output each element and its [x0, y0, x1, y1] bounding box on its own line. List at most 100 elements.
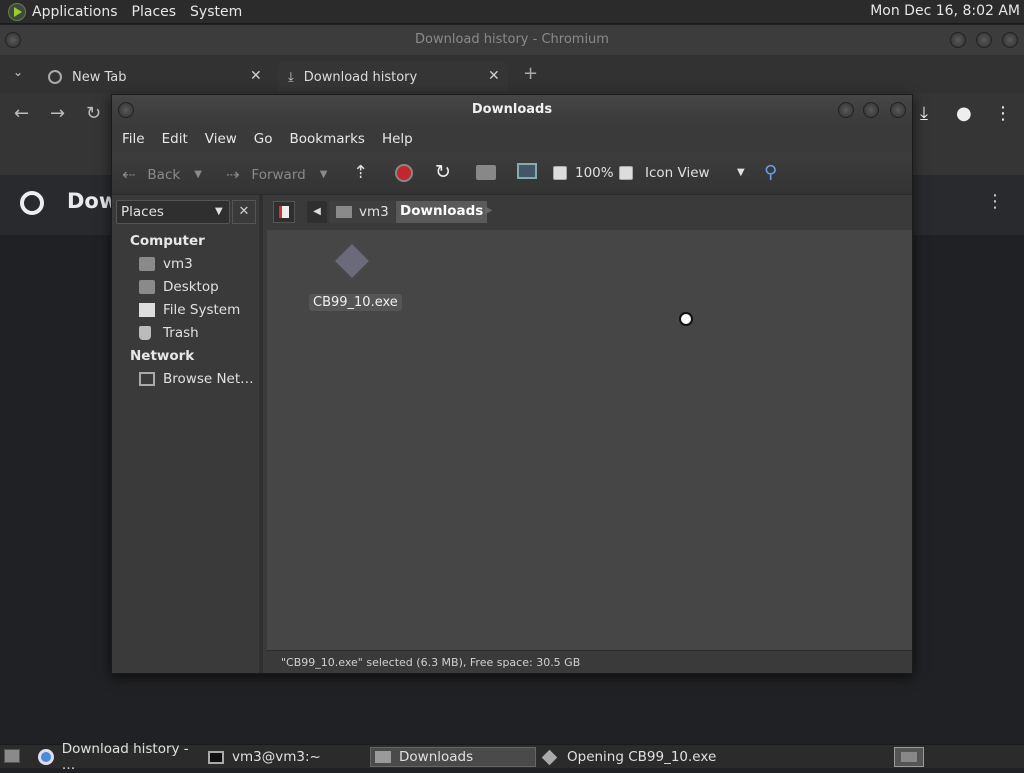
sidebar-selector[interactable]: Places ▼ [116, 200, 230, 224]
taskbar-item-opening[interactable]: Opening CB99_10.exe [538, 747, 788, 767]
back-arrow-icon[interactable]: ← [14, 103, 29, 124]
maximize-button[interactable] [976, 32, 992, 48]
taskbar-label: Downloads [399, 749, 474, 765]
sidebar-heading-computer: Computer [130, 233, 205, 249]
chevron-down-icon: ▼ [215, 206, 223, 217]
trash-icon [139, 326, 151, 340]
places-menu[interactable]: Places [132, 4, 177, 20]
folder-icon [375, 751, 391, 763]
taskbar-label: Opening CB99_10.exe [567, 749, 717, 765]
path-segment-vm3[interactable]: vm3 [330, 201, 395, 223]
fm-menubar: File Edit View Go Bookmarks Help [112, 125, 912, 153]
taskbar-label: Download history - … [61, 741, 189, 773]
page-menu-icon[interactable]: ⋮ [986, 191, 1004, 212]
menu-edit[interactable]: Edit [162, 131, 188, 147]
forward-arrow-icon[interactable]: → [50, 103, 65, 124]
forward-arrow-icon: ⇢ [226, 165, 240, 184]
menu-bookmarks[interactable]: Bookmarks [290, 131, 365, 147]
tab-search-chevron-icon[interactable]: ⌄ [13, 65, 23, 79]
profile-icon[interactable]: ● [956, 103, 972, 124]
zoom-in-icon[interactable] [619, 166, 633, 180]
back-button[interactable]: ⇠ Back ▼ [122, 165, 202, 184]
minimize-button[interactable] [838, 102, 854, 118]
places-sidebar: Places ▼ ✕ Computer vm3 Desktop File Sys… [112, 195, 263, 673]
downloads-icon[interactable]: ⤓ [920, 103, 928, 124]
system-menu[interactable]: System [190, 4, 242, 20]
path-right-arrow-icon[interactable]: ▶ [485, 205, 493, 216]
tab-label: New Tab [72, 69, 127, 85]
terminal-icon [208, 750, 224, 764]
back-arrow-icon: ⇠ [122, 165, 136, 184]
workspace-switcher[interactable] [894, 747, 924, 767]
reload-icon[interactable]: ↻ [435, 161, 451, 183]
stop-icon[interactable] [395, 164, 413, 182]
taskbar-label: vm3@vm3:~ [232, 749, 321, 765]
mate-logo-icon[interactable] [8, 2, 26, 21]
sidebar-item-label: Trash [163, 325, 199, 341]
menu-view[interactable]: View [205, 131, 237, 147]
chromium-logo-icon [20, 191, 44, 215]
taskbar-item-downloads[interactable]: Downloads [370, 747, 536, 767]
sidebar-item-browse-network[interactable]: Browse Net… [139, 371, 254, 387]
clock[interactable]: Mon Dec 16, 8:02 AM [870, 3, 1020, 19]
home-folder-icon[interactable] [476, 165, 496, 180]
chevron-down-icon: ▼ [319, 169, 328, 180]
menu-file[interactable]: File [122, 131, 145, 147]
sidebar-item-vm3[interactable]: vm3 [139, 256, 193, 272]
file-item[interactable]: CB99_10.exe [307, 240, 402, 311]
tab-strip: ⌄ New Tab ✕ ⤓ Download history ✕ + [0, 55, 1024, 93]
search-icon[interactable]: ⚲ [764, 162, 777, 183]
tab-label: Download history [303, 69, 418, 85]
close-icon[interactable]: ✕ [250, 68, 262, 84]
file-view: CB99_10.exe [267, 230, 912, 650]
path-segment-downloads[interactable]: Downloads [396, 201, 488, 223]
forward-button[interactable]: ⇢ Forward ▼ [226, 165, 327, 184]
new-tab-plus-icon[interactable]: + [523, 63, 538, 84]
chromium-titlebar: Download history - Chromium [0, 25, 1024, 55]
path-bar: ◀ vm3 Downloads ▶ [267, 195, 912, 230]
show-desktop-icon[interactable] [4, 749, 20, 763]
taskbar-item-chromium[interactable]: Download history - … [34, 741, 202, 773]
computer-icon[interactable] [517, 163, 537, 179]
back-label: Back [147, 166, 181, 183]
applications-menu[interactable]: Applications [32, 4, 118, 20]
taskbar-item-terminal[interactable]: vm3@vm3:~ [204, 747, 368, 767]
exe-icon [541, 749, 558, 765]
fm-window-title: Downloads [471, 102, 553, 117]
close-sidebar-icon[interactable]: ✕ [232, 200, 256, 224]
close-icon[interactable]: ✕ [488, 68, 500, 84]
reload-icon[interactable]: ↻ [86, 103, 101, 124]
status-bar: "CB99_10.exe" selected (6.3 MB), Free sp… [267, 650, 912, 673]
maximize-button[interactable] [863, 102, 879, 118]
kebab-menu-icon[interactable]: ⋮ [994, 103, 1012, 124]
minimize-button[interactable] [950, 32, 966, 48]
chevron-down-icon: ▼ [737, 167, 745, 178]
home-folder-icon [139, 257, 155, 271]
view-mode-select[interactable]: Icon View ▼ [645, 165, 749, 181]
tab-new-tab[interactable]: New Tab ✕ [40, 61, 270, 93]
sidebar-item-desktop[interactable]: Desktop [139, 279, 219, 295]
zoom-out-icon[interactable] [553, 166, 567, 180]
sidebar-item-label: Desktop [163, 279, 219, 295]
close-button[interactable] [890, 102, 906, 118]
menu-go[interactable]: Go [254, 131, 273, 147]
edit-location-icon[interactable] [273, 201, 295, 223]
chromium-window-title: Download history - Chromium [415, 32, 609, 47]
sidebar-item-trash[interactable]: Trash [139, 325, 199, 341]
menu-help[interactable]: Help [382, 131, 413, 147]
top-panel: Applications Places System Mon Dec 16, 8… [0, 0, 1024, 24]
status-text: "CB99_10.exe" selected (6.3 MB), Free sp… [281, 656, 581, 669]
tab-download-history[interactable]: ⤓ Download history ✕ [278, 61, 508, 93]
sidebar-item-label: Browse Net… [163, 371, 254, 387]
view-mode-label: Icon View [645, 165, 710, 181]
fm-titlebar: Downloads [112, 95, 912, 125]
file-name-label: CB99_10.exe [309, 294, 402, 311]
zoom-level[interactable]: 100% [575, 165, 614, 181]
bottom-panel: Download history - … vm3@vm3:~ Downloads… [0, 741, 1024, 773]
busy-cursor-icon [679, 312, 693, 326]
home-folder-icon [336, 206, 352, 218]
close-button[interactable] [1002, 32, 1018, 48]
sidebar-item-file-system[interactable]: File System [139, 302, 240, 318]
path-left-arrow-icon[interactable]: ◀ [307, 201, 327, 223]
up-arrow-icon[interactable]: ⇡ [353, 162, 368, 183]
